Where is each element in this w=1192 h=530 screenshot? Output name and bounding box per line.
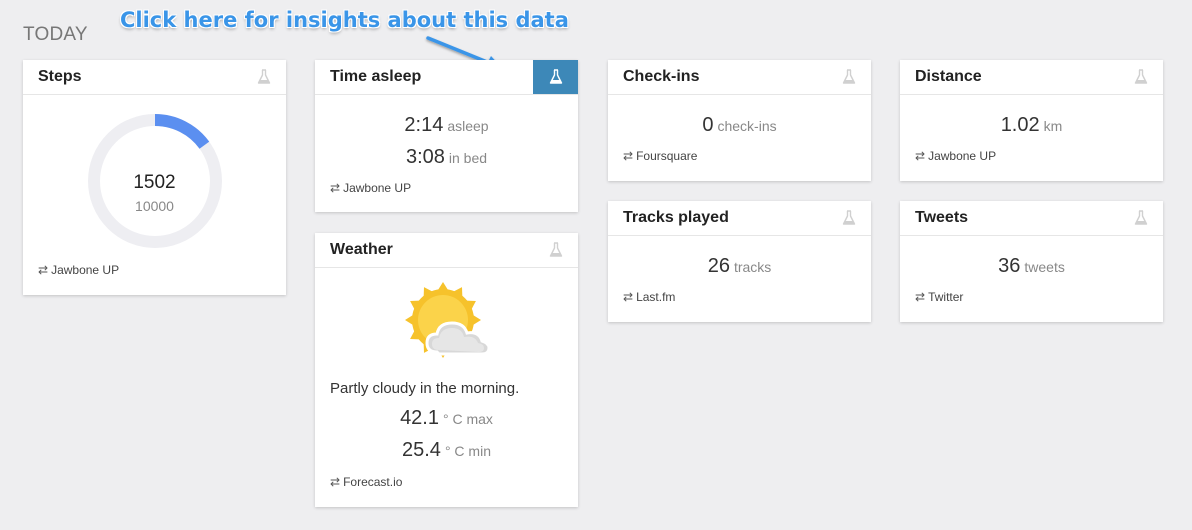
- checkins-value: 0: [702, 114, 714, 136]
- flask-icon: [842, 69, 855, 84]
- insights-annotation: Click here for insights about this data: [120, 8, 569, 32]
- distance-unit: km: [1043, 118, 1063, 134]
- steps-title: Steps: [38, 68, 82, 85]
- flask-icon: [1134, 69, 1147, 84]
- max-temp-unit: ° C max: [443, 411, 493, 427]
- steps-value: 1502: [133, 172, 176, 193]
- steps-card: Steps 1502 10000 ⇄ Jawbone UP: [23, 60, 286, 295]
- distance-row: 1.02 km: [900, 114, 1163, 137]
- steps-insights-button[interactable]: [241, 60, 286, 94]
- min-temp-unit: ° C min: [444, 443, 491, 459]
- tracks-unit: tracks: [733, 259, 772, 275]
- sleep-insights-button[interactable]: [533, 60, 578, 94]
- checkins-row: 0 check-ins: [608, 114, 871, 137]
- weather-card: Weather Partly cloudy in the morning. 42…: [315, 233, 578, 507]
- tweets-value: 36: [998, 255, 1021, 277]
- weather-insights-button[interactable]: [533, 233, 578, 267]
- partly-cloudy-icon: [405, 282, 491, 358]
- tracks-value: 26: [707, 255, 730, 277]
- weather-source[interactable]: ⇄ Forecast.io: [330, 475, 402, 489]
- checkins-title: Check-ins: [623, 68, 700, 85]
- flask-icon: [842, 210, 855, 225]
- distance-source[interactable]: ⇄ Jawbone UP: [915, 149, 996, 163]
- tweets-source[interactable]: ⇄ Twitter: [915, 290, 963, 304]
- tweets-card: Tweets 36 tweets ⇄ Twitter: [900, 201, 1163, 322]
- distance-card: Distance 1.02 km ⇄ Jawbone UP: [900, 60, 1163, 181]
- sync-icon: ⇄: [915, 290, 926, 304]
- weather-max-row: 42.1 ° C max: [315, 407, 578, 430]
- sleep-bed-row: 3:08 in bed: [315, 146, 578, 169]
- tracks-card: Tracks played 26 tracks ⇄ Last.fm: [608, 201, 871, 322]
- steps-goal: 10000: [135, 198, 174, 214]
- bed-unit: in bed: [448, 150, 488, 166]
- distance-title: Distance: [915, 68, 982, 85]
- sleep-asleep-row: 2:14 asleep: [315, 114, 578, 137]
- sync-icon: ⇄: [915, 149, 926, 163]
- bed-value: 3:08: [405, 146, 445, 168]
- sync-icon: ⇄: [38, 263, 49, 277]
- tweets-unit: tweets: [1024, 259, 1065, 275]
- flask-icon: [257, 69, 270, 84]
- checkins-card: Check-ins 0 check-ins ⇄ Foursquare: [608, 60, 871, 181]
- steps-progress-arc: [154, 114, 210, 149]
- flask-icon: [1134, 210, 1147, 225]
- asleep-value: 2:14: [404, 114, 444, 136]
- distance-insights-button[interactable]: [1118, 60, 1163, 94]
- min-temp-value: 25.4: [402, 439, 441, 461]
- flask-icon: [549, 242, 562, 257]
- sync-icon: ⇄: [623, 149, 634, 163]
- sleep-title: Time asleep: [330, 68, 422, 85]
- flask-icon: [549, 69, 562, 84]
- weather-title: Weather: [330, 241, 393, 258]
- tracks-insights-button[interactable]: [826, 201, 871, 235]
- tweets-row: 36 tweets: [900, 255, 1163, 278]
- weather-summary: Partly cloudy in the morning.: [330, 380, 520, 397]
- checkins-unit: check-ins: [717, 118, 777, 134]
- tracks-row: 26 tracks: [608, 255, 871, 278]
- weather-min-row: 25.4 ° C min: [315, 439, 578, 462]
- asleep-unit: asleep: [447, 118, 489, 134]
- tweets-title: Tweets: [915, 209, 969, 226]
- sync-icon: ⇄: [330, 181, 341, 195]
- tracks-source[interactable]: ⇄ Last.fm: [623, 290, 675, 304]
- tracks-title: Tracks played: [623, 209, 729, 226]
- sleep-card: Time asleep 2:14 asleep 3:08 in bed ⇄ Jawbo…: [315, 60, 578, 212]
- sleep-source[interactable]: ⇄ Jawbone UP: [330, 181, 411, 195]
- distance-value: 1.02: [1000, 114, 1040, 136]
- sync-icon: ⇄: [623, 290, 634, 304]
- checkins-insights-button[interactable]: [826, 60, 871, 94]
- max-temp-value: 42.1: [400, 407, 439, 429]
- section-title: TODAY: [23, 24, 88, 45]
- sync-icon: ⇄: [330, 475, 341, 489]
- steps-source[interactable]: ⇄ Jawbone UP: [38, 263, 119, 277]
- checkins-source[interactable]: ⇄ Foursquare: [623, 149, 697, 163]
- tweets-insights-button[interactable]: [1118, 201, 1163, 235]
